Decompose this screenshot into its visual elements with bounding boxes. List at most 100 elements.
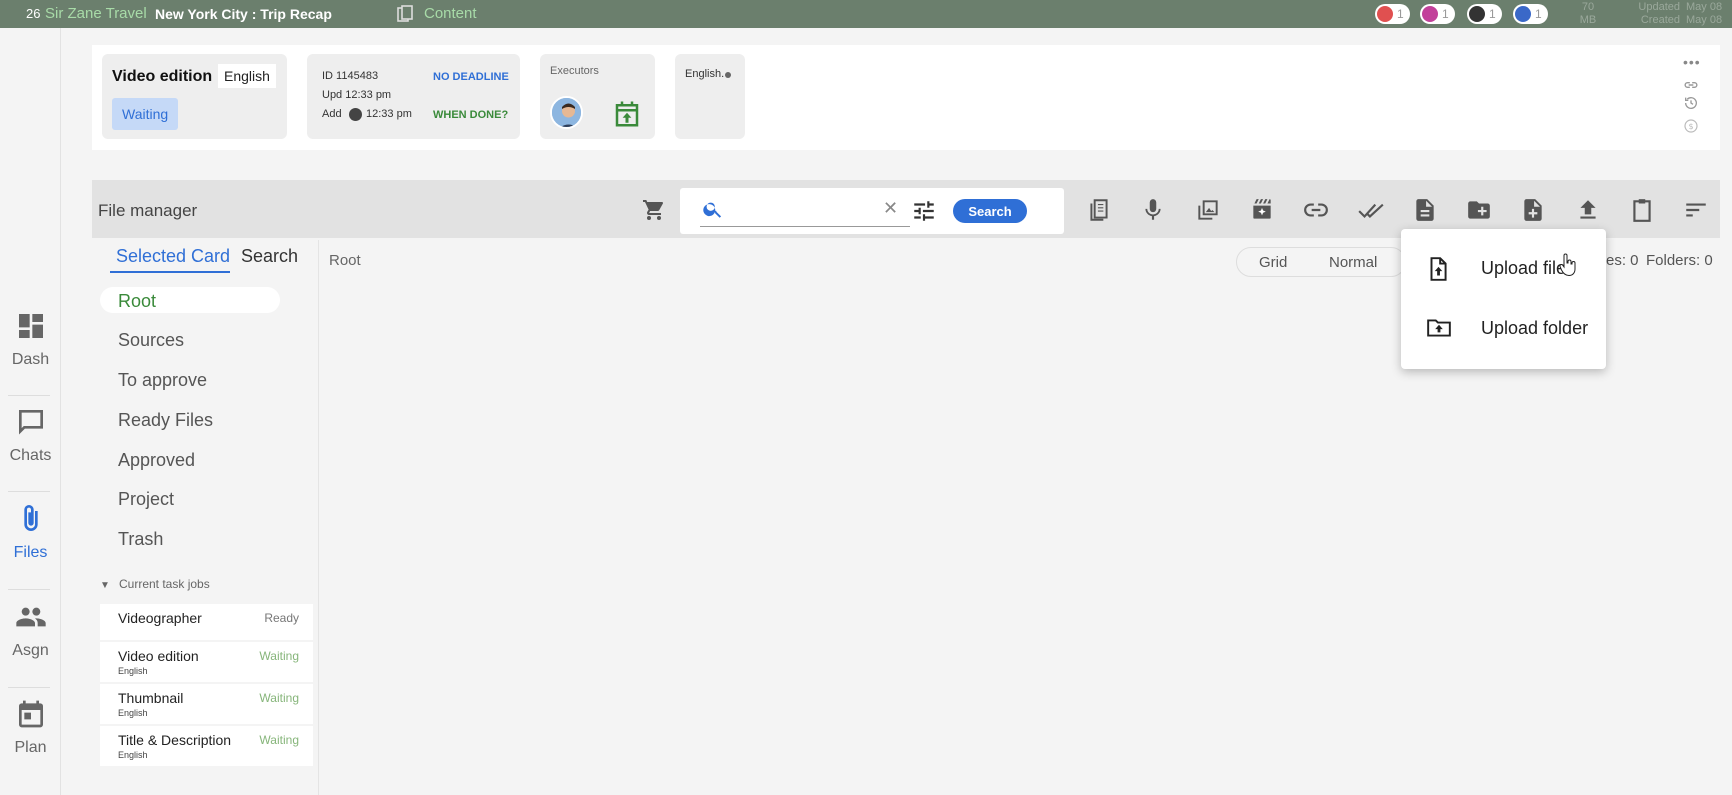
status-badge[interactable]: Waiting	[112, 98, 179, 130]
task-id: ID 1145483	[322, 70, 379, 82]
folder-to-approve[interactable]: To approve	[118, 370, 207, 391]
deadline-link[interactable]: NO DEADLINE	[433, 71, 509, 83]
task-info-card: ID 1145483 Upd 12:33 pm Add 12:33 pm NO …	[307, 54, 520, 139]
upload-file-icon	[1425, 255, 1451, 288]
tab-selected-card[interactable]: Selected Card	[116, 246, 230, 267]
content-icon[interactable]	[397, 5, 413, 23]
new-file-icon[interactable]	[1520, 197, 1546, 223]
client-link[interactable]: Sir Zane Travel	[45, 5, 147, 22]
added-time: 12:33 pm	[366, 108, 412, 120]
add-executor-icon[interactable]	[612, 99, 642, 129]
search-icon	[702, 198, 724, 225]
double-check-icon[interactable]	[1357, 197, 1384, 223]
updated-time: Upd 12:33 pm	[322, 89, 392, 101]
view-grid[interactable]: Grid	[1259, 254, 1287, 271]
facebook-badge[interactable]: 1	[1513, 4, 1548, 24]
avatar-small	[349, 108, 362, 121]
folder-ready-files[interactable]: Ready Files	[118, 410, 213, 431]
view-mode-toggle: Grid Normal	[1236, 247, 1406, 277]
nav-files[interactable]: Files	[0, 503, 61, 562]
breadcrumb[interactable]: Root	[329, 252, 361, 269]
nav-plan[interactable]: Plan	[0, 698, 61, 757]
add-label: Add	[322, 108, 342, 120]
chat-icon	[18, 410, 43, 435]
paperclip-icon	[23, 505, 38, 531]
language-card-label: English.	[685, 68, 725, 80]
svg-text:$: $	[1688, 122, 1693, 131]
upload-folder-icon	[1425, 315, 1453, 346]
file-manager-title: File manager	[98, 201, 198, 220]
job-row[interactable]: Thumbnail English Waiting	[100, 684, 313, 724]
executors-label: Executors	[550, 65, 599, 77]
folder-root[interactable]: Root	[118, 291, 156, 312]
upload-menu: Upload file Upload folder	[1401, 229, 1606, 369]
facebook-icon	[1515, 6, 1531, 22]
upload-icon[interactable]	[1575, 197, 1601, 223]
people-icon	[15, 607, 46, 627]
upload-folder-item[interactable]: Upload folder	[1401, 301, 1606, 357]
nav-dash[interactable]: Dash	[0, 310, 61, 369]
filter-icon[interactable]	[911, 198, 937, 229]
video-magic-icon[interactable]	[1249, 197, 1275, 223]
pages-icon[interactable]	[1086, 197, 1112, 223]
task-language[interactable]: English	[218, 64, 276, 88]
nav-asgn[interactable]: Asgn	[0, 601, 61, 660]
search-button[interactable]: Search	[953, 199, 1027, 223]
microphone-icon[interactable]	[1140, 197, 1166, 223]
view-normal[interactable]: Normal	[1329, 254, 1377, 271]
executors-card: Executors	[540, 54, 655, 139]
language-card[interactable]: English.	[675, 54, 745, 139]
more-icon[interactable]: •••	[1683, 54, 1701, 70]
search-input[interactable]	[726, 198, 876, 224]
job-row[interactable]: Videographer Ready	[100, 604, 313, 640]
task-card[interactable]: Video edition English Waiting	[102, 54, 287, 139]
card-count: 26	[26, 6, 41, 21]
hand-cursor-icon	[1559, 253, 1577, 282]
instagram-icon	[1422, 6, 1438, 22]
project-title: New York City : Trip Recap	[155, 6, 332, 22]
tiktok-icon	[1469, 6, 1485, 22]
new-folder-icon[interactable]	[1466, 197, 1492, 223]
clipboard-icon[interactable]	[1629, 197, 1655, 223]
left-nav: Dash Chats Files Asgn Plan	[0, 28, 61, 795]
link-icon[interactable]	[1684, 77, 1698, 95]
document-icon[interactable]	[1412, 197, 1438, 223]
top-bar: 26 Sir Zane Travel New York City : Trip …	[0, 0, 1732, 28]
dashboard-icon	[18, 314, 43, 338]
folder-project[interactable]: Project	[118, 489, 174, 510]
task-header: Video edition English Waiting ID 1145483…	[92, 45, 1720, 150]
gallery-icon[interactable]	[1195, 197, 1221, 223]
nav-chats[interactable]: Chats	[0, 406, 61, 465]
sort-icon[interactable]	[1683, 197, 1709, 223]
billing-icon[interactable]: $	[1683, 118, 1699, 139]
files-count: es: 0	[1606, 252, 1639, 269]
date-values: May 08 May 08	[1686, 1, 1723, 26]
executor-avatar[interactable]	[550, 96, 583, 129]
clear-search-icon[interactable]: ✕	[883, 198, 898, 219]
folder-trash[interactable]: Trash	[118, 529, 163, 550]
file-sidebar: Selected Card Search Root Sources To app…	[92, 240, 319, 795]
search-box: ✕ Search	[680, 188, 1064, 234]
folder-sources[interactable]: Sources	[118, 330, 184, 351]
job-row[interactable]: Video edition English Waiting	[100, 642, 313, 682]
collapse-caret-icon[interactable]: ▼	[100, 580, 110, 591]
cart-icon[interactable]	[642, 198, 666, 227]
task-title: Video edition	[112, 68, 213, 85]
when-done-link[interactable]: WHEN DONE?	[433, 109, 508, 121]
storage-size: 70 MB	[1579, 1, 1597, 26]
tiktok-badge[interactable]: 1	[1467, 4, 1502, 24]
job-row[interactable]: Title & Description English Waiting	[100, 726, 313, 766]
youtube-badge[interactable]: 1	[1375, 4, 1410, 24]
job-status: Waiting	[259, 649, 299, 663]
jobs-header[interactable]: Current task jobs	[119, 577, 210, 591]
youtube-icon	[1377, 6, 1393, 22]
date-labels: Updated Created	[1638, 1, 1680, 26]
content-link[interactable]: Content	[424, 5, 477, 22]
job-status: Waiting	[259, 733, 299, 747]
link-icon[interactable]	[1303, 197, 1329, 223]
folder-approved[interactable]: Approved	[118, 450, 195, 471]
tab-search[interactable]: Search	[241, 246, 298, 267]
instagram-badge[interactable]: 1	[1420, 4, 1455, 24]
history-icon[interactable]	[1683, 95, 1699, 116]
language-dot-icon	[725, 72, 731, 78]
